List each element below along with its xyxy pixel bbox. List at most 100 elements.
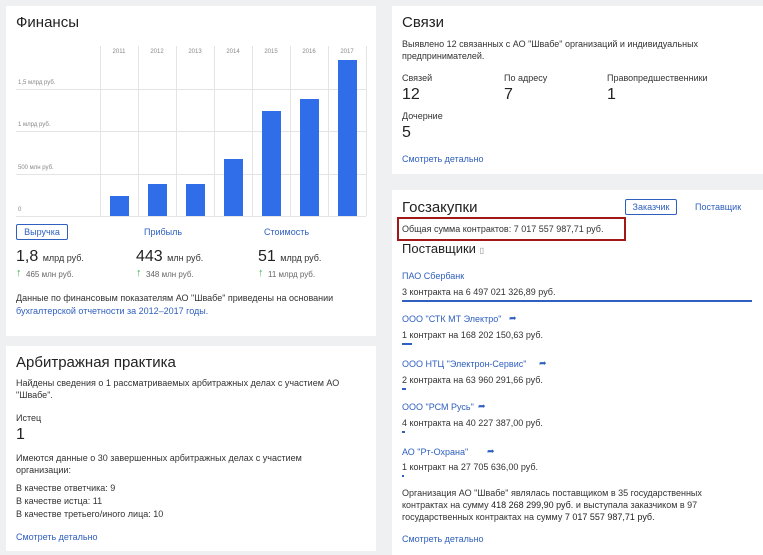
- share-arrow-icon[interactable]: ➦: [487, 446, 495, 457]
- summary-text: и выступала заказчиком в 97: [573, 500, 698, 510]
- chart-x-tick-label: 2014: [226, 49, 240, 55]
- chart-gridline: [366, 46, 367, 216]
- links-title: Связи: [402, 14, 445, 31]
- tab-profit[interactable]: Прибыль: [144, 227, 182, 237]
- chart-x-tick-label: 2013: [188, 49, 202, 55]
- summary-text: контрактах на сумму: [402, 500, 492, 510]
- share-arrow-icon[interactable]: ➦: [509, 313, 517, 324]
- supplier-amount: 63 960 291,66 руб.: [465, 375, 543, 385]
- up-arrow-icon: ↑: [16, 267, 22, 279]
- metric-value: 443: [136, 248, 163, 265]
- links-more-link[interactable]: Смотреть детально: [402, 153, 484, 165]
- procurement-summary-2: контрактах на сумму 418 268 299,90 руб. …: [402, 499, 697, 511]
- stat-value: 5: [402, 124, 411, 141]
- supplier-share-bar: [402, 343, 412, 345]
- chart-x-tick-label: 2017: [340, 49, 354, 55]
- supplier-share-bar: [402, 300, 752, 302]
- summary-text: государственных контрактах на сумму: [402, 512, 565, 522]
- metric-prev: 348 млн руб.: [146, 270, 194, 279]
- metric-profit: 443 млн руб.: [136, 248, 203, 266]
- supplier-name[interactable]: ООО "РСМ Русь": [402, 401, 474, 413]
- role-item: В качестве третьего/иного лица: 10: [16, 509, 164, 519]
- procurement-total: Общая сумма контрактов: 7 017 557 987,71…: [402, 224, 604, 234]
- chart-bar[interactable]: [223, 159, 243, 216]
- supplier-name[interactable]: ООО НТЦ "Электрон-Сервис": [402, 358, 526, 370]
- share-arrow-icon[interactable]: ➦: [478, 401, 486, 412]
- supplier-amount: 6 497 021 326,89 руб.: [465, 287, 556, 297]
- chart-bar[interactable]: [147, 183, 167, 216]
- info-icon: ▯: [479, 246, 484, 255]
- tab-value[interactable]: Стоимость: [264, 227, 309, 237]
- chart-x-tick-label: 2011: [112, 49, 126, 55]
- chart-gridline: [16, 216, 366, 217]
- stat-value: 7: [504, 86, 513, 103]
- chart-gridline: [16, 88, 366, 90]
- suppliers-heading: Поставщики ▯: [402, 241, 484, 256]
- up-arrow-icon: ↑: [258, 267, 264, 279]
- supplier-text: 2 контракта на: [402, 375, 464, 385]
- stat-value: 1: [607, 86, 616, 103]
- stat-label: Связей: [402, 73, 433, 83]
- supplier-contracts: 2 контракта на 63 960 291,66 руб.: [402, 374, 543, 386]
- procurement-title: Госзакупки: [402, 199, 478, 216]
- chart-y-tick-label: 1 млрд руб.: [18, 122, 51, 128]
- arbitration-more-link[interactable]: Смотреть детально: [16, 531, 98, 543]
- supplier-amount: 168 202 150,63 руб.: [460, 330, 544, 340]
- supplier-contracts: 3 контракта на 6 497 021 326,89 руб.: [402, 286, 555, 298]
- arbitration-desc: Найдены сведения о 1 рассматриваемых арб…: [16, 378, 340, 400]
- metric-value: 1,8: [16, 248, 39, 265]
- chart-bar[interactable]: [185, 183, 205, 216]
- supplier-share-bar: [402, 388, 406, 390]
- procurement-summary-3: государственных контрактах на сумму 7 01…: [402, 511, 655, 523]
- metric-revenue: 1,8 млрд руб.: [16, 248, 84, 266]
- supplier-text: 1 контракт на: [402, 462, 459, 472]
- chart-x-tick-label: 2015: [264, 49, 278, 55]
- metric-unit: млрд руб.: [42, 253, 84, 263]
- chart-y-tick-label: 0: [18, 207, 22, 213]
- supplier-text: 4 контракта на: [402, 418, 464, 428]
- supplier-amount: 27 705 636,00 руб.: [460, 462, 539, 472]
- supplier-contracts: 1 контракт на 27 705 636,00 руб.: [402, 461, 538, 473]
- arbitration-card: Арбитражная практика Найдены сведения о …: [6, 346, 376, 551]
- tab-customer[interactable]: Заказчик: [625, 199, 677, 215]
- chart-bar[interactable]: [109, 195, 129, 216]
- tab-revenue[interactable]: Выручка: [16, 224, 68, 240]
- chart-y-tick-label: 500 млн руб.: [18, 164, 54, 171]
- supplier-text: 1 контракт на: [402, 330, 459, 340]
- chart-bar[interactable]: [299, 98, 319, 216]
- finances-note-link[interactable]: бухгалтерской отчетности за 2012–2017 го…: [16, 305, 208, 317]
- finances-chart: 0 500 млн руб. 1 млрд руб. 1,5 млрд руб. 201…: [6, 6, 376, 226]
- procurement-card: Госзакупки Заказчик Поставщик Общая сумм…: [392, 190, 763, 555]
- procurement-more-link[interactable]: Смотреть детально: [402, 533, 484, 545]
- suppliers-title: Поставщики: [402, 241, 476, 256]
- up-arrow-icon: ↑: [136, 267, 142, 279]
- supplier-contracts: 4 контракта на 40 227 387,00 руб.: [402, 417, 543, 429]
- supplier-name[interactable]: ООО "СТК МТ Электро": [402, 313, 501, 325]
- supplier-contracts: 1 контракт на 168 202 150,63 руб.: [402, 329, 543, 341]
- summary-amount: 418 268 299,90 руб.: [491, 500, 574, 510]
- stat-label: Дочерние: [402, 111, 443, 121]
- arbitration-completed: Имеются данные о 30 завершенных арбитраж…: [16, 453, 302, 475]
- chart-bar[interactable]: [261, 110, 281, 216]
- supplier-share-bar: [402, 431, 405, 433]
- plaintiff-label: Истец: [16, 413, 42, 423]
- metric-unit: млрд руб.: [280, 253, 322, 263]
- supplier-amount: 40 227 387,00 руб.: [465, 418, 543, 428]
- stat-label: Правопредшественники: [607, 73, 708, 83]
- metric-value-cost: 51 млрд руб.: [258, 248, 321, 266]
- share-arrow-icon[interactable]: ➦: [539, 358, 547, 369]
- role-item: В качестве ответчика: 9: [16, 483, 116, 493]
- stat-value: 12: [402, 86, 420, 103]
- metric-value: 51: [258, 248, 276, 265]
- metric-unit: млн руб.: [167, 253, 204, 263]
- supplier-name[interactable]: ПАО Сбербанк: [402, 270, 464, 282]
- summary-amount: 7 017 557 987,71 руб.: [564, 512, 655, 522]
- tab-supplier[interactable]: Поставщик: [695, 202, 741, 212]
- links-card: Связи Выявлено 12 связанных с АО "Швабе"…: [392, 6, 763, 174]
- finances-note: Данные по финансовым показателям АО "Шва…: [16, 293, 334, 303]
- chart-bar[interactable]: [337, 59, 357, 216]
- stat-label: По адресу: [504, 73, 548, 83]
- metric-prev: 465 млн руб.: [26, 270, 74, 279]
- supplier-name[interactable]: АО "Рт-Охрана": [402, 446, 468, 458]
- plaintiff-value: 1: [16, 426, 25, 443]
